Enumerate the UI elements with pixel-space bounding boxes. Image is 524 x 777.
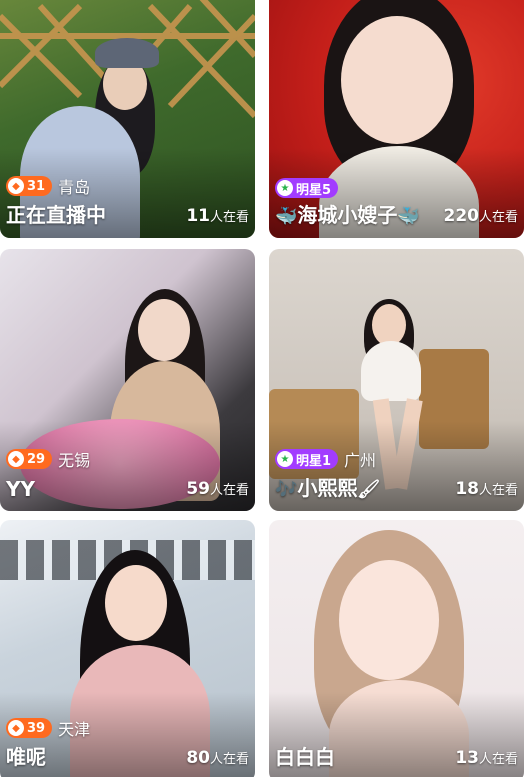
live-card-5[interactable]: ◆ 39 天津 唯呢 80人在看 — [0, 520, 255, 777]
stream-title: YY — [6, 477, 35, 501]
viewer-count: 13人在看 — [455, 748, 518, 768]
viewer-count: 220人在看 — [443, 206, 518, 226]
stream-title: 白白白 — [275, 745, 335, 769]
star-icon: ★ — [277, 180, 293, 196]
live-card-3[interactable]: ◆ 29 无锡 YY 59人在看 — [0, 249, 255, 511]
brush-icon: 🖌 — [357, 479, 381, 500]
viewer-count: 80人在看 — [186, 748, 249, 768]
level-icon: ◆ — [8, 451, 24, 467]
live-card-2[interactable]: ★ 明星5 🐳海城小嫂子🐳 220人在看 — [269, 0, 524, 238]
star-level-badge: ★ 明星5 — [275, 178, 339, 198]
music-note-icon: 🎶 — [275, 479, 298, 500]
user-level-badge: ◆ 31 — [6, 176, 53, 196]
level-icon: ◆ — [8, 178, 24, 194]
live-stream-grid: ◆ 31 青岛 正在直播中 11人在看 ★ 明星5 🐳海城小嫂子🐳 220人在看… — [0, 0, 524, 777]
city-label: 广州 — [344, 451, 377, 470]
city-label: 无锡 — [58, 451, 91, 470]
stream-title: 唯呢 — [6, 745, 46, 769]
city-label: 天津 — [58, 720, 91, 739]
whale-icon: 🐳 — [275, 206, 298, 227]
whale-icon: 🐳 — [397, 206, 420, 227]
viewer-count: 59人在看 — [186, 479, 249, 499]
stream-title: 🎶小熙熙🖌 — [275, 476, 381, 500]
star-icon: ★ — [277, 451, 293, 467]
viewer-count: 11人在看 — [186, 206, 249, 226]
city-label: 青岛 — [58, 178, 91, 197]
level-icon: ◆ — [8, 720, 24, 736]
stream-title: 正在直播中 — [6, 203, 106, 227]
viewer-count: 18人在看 — [455, 479, 518, 499]
live-card-1[interactable]: ◆ 31 青岛 正在直播中 11人在看 — [0, 0, 255, 238]
stream-title: 🐳海城小嫂子🐳 — [275, 203, 420, 227]
user-level-badge: ◆ 39 — [6, 718, 53, 738]
user-level-badge: ◆ 29 — [6, 449, 53, 469]
live-card-6[interactable]: 白白白 13人在看 — [269, 520, 524, 777]
live-card-4[interactable]: ★ 明星1 广州 🎶小熙熙🖌 18人在看 — [269, 249, 524, 511]
star-level-badge: ★ 明星1 — [275, 449, 339, 469]
